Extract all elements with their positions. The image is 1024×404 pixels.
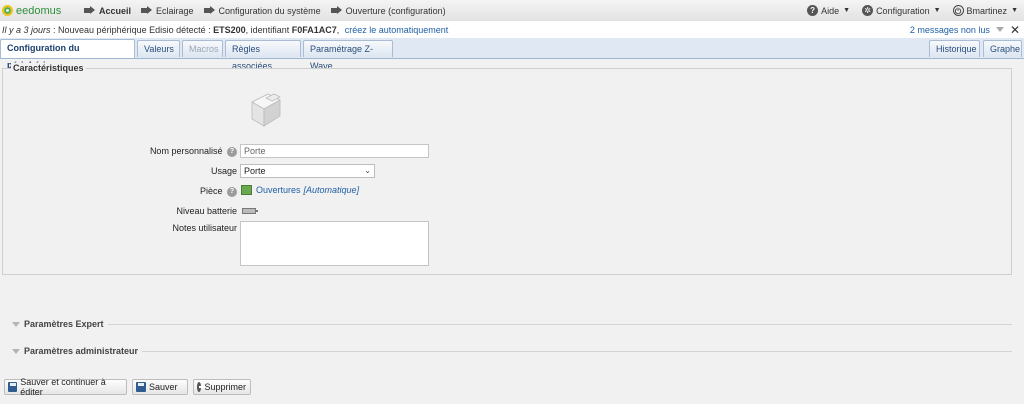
button-label: Sauver et continuer à éditer: [20, 377, 106, 397]
battery-icon: [242, 208, 258, 214]
device-id: F0FA1AC7: [291, 24, 337, 35]
button-label: Supprimer: [204, 382, 246, 392]
notification-part: : Nouveau périphérique Edisio détecté :: [50, 24, 214, 35]
help-icon: ?: [807, 5, 819, 16]
panel-legend: Caractéristiques: [11, 63, 86, 73]
unread-messages-link[interactable]: 2 messages non lus: [910, 25, 990, 35]
tab-bar: Configuration du périphérique Valeurs Ma…: [0, 38, 1024, 71]
notification-text: Il y a 3 jours : Nouveau périphérique Ed…: [2, 25, 448, 35]
breadcrumb-lighting[interactable]: Eclairage: [141, 6, 194, 16]
config-label: Configuration: [876, 5, 930, 16]
notification-part: ,: [336, 24, 342, 35]
room-label: Pièce ?: [200, 186, 237, 197]
name-input[interactable]: [240, 144, 429, 158]
room-value: Ouvertures: [256, 185, 301, 195]
floppy-disk-icon: [136, 382, 146, 392]
help-icon[interactable]: ?: [227, 146, 237, 157]
brand-name: eedomus: [16, 4, 62, 17]
section-title: Paramètres administrateur: [24, 346, 139, 356]
tab-zwave[interactable]: Paramétrage Z-Wave: [303, 40, 393, 71]
usage-value: Porte: [244, 166, 266, 176]
eedomus-logo-icon: [2, 5, 13, 16]
delete-icon: [197, 382, 206, 392]
breadcrumb-label: Accueil: [99, 5, 132, 16]
room-label-text: Pièce: [199, 186, 223, 196]
name-label: Nom personnalisé ?: [150, 146, 237, 157]
notification-part: , identifiant: [245, 24, 292, 35]
caret-down-icon: ▼: [843, 7, 851, 14]
top-bar: eedomus Accueil Eclairage Configuration …: [0, 0, 1024, 22]
user-menu[interactable]: ⏻ Bmartinez ▼: [952, 5, 1018, 16]
caret-down-icon: ▼: [1011, 7, 1018, 14]
tab-values[interactable]: Valeurs: [137, 40, 180, 57]
config-menu[interactable]: ✲ Configuration ▼: [862, 5, 941, 16]
tab-macros[interactable]: Macros: [182, 40, 223, 57]
usage-select[interactable]: Porte ⌄: [240, 164, 375, 178]
save-button[interactable]: Sauver: [132, 379, 188, 395]
notification-controls: 2 messages non lus ✕: [910, 21, 1020, 38]
battery-label: Niveau batterie: [176, 206, 237, 216]
arrow-right-icon: [84, 6, 95, 15]
notes-label: Notes utilisateur: [172, 223, 237, 233]
tab-rules[interactable]: Règles associées: [225, 40, 301, 71]
name-label-text: Nom personnalisé: [149, 146, 223, 156]
chevron-down-icon[interactable]: [995, 27, 1004, 32]
door-sensor-icon: [251, 93, 281, 127]
delete-button[interactable]: Supprimer: [193, 379, 251, 395]
breadcrumb-system-config[interactable]: Configuration du système: [203, 5, 321, 16]
room-icon: [241, 185, 252, 195]
device-code: ETS200: [213, 24, 246, 35]
brand-logo[interactable]: eedomus: [2, 5, 84, 17]
button-label: Sauver: [149, 382, 178, 392]
header-menu: ? Aide ▼ ✲ Configuration ▼ ⏻ Bmartinez ▼: [795, 0, 1018, 21]
room-link[interactable]: Ouvertures [Automatique]: [256, 185, 359, 195]
arrow-right-icon: [330, 6, 342, 15]
power-icon: ⏻: [952, 5, 964, 16]
notification-time: Il y a 3 jours: [2, 24, 51, 35]
chevron-down-icon: [12, 348, 20, 354]
breadcrumb-label: Configuration du système: [218, 5, 321, 16]
gear-icon: ✲: [862, 5, 874, 16]
breadcrumb-label: Ouverture (configuration): [345, 5, 446, 16]
room-auto: [Automatique]: [303, 185, 360, 195]
section-title: Paramètres Expert: [24, 319, 104, 329]
help-icon[interactable]: ?: [227, 186, 237, 197]
floppy-disk-icon: [8, 382, 18, 392]
help-menu[interactable]: ? Aide ▼: [807, 5, 850, 16]
caret-down-icon: ▼: [933, 7, 941, 14]
create-auto-link[interactable]: créez le automatiquement: [345, 25, 449, 35]
divider: [107, 323, 1012, 325]
chevron-down-icon: ⌄: [364, 166, 371, 175]
characteristics-panel: Caractéristiques: [2, 63, 1012, 275]
arrow-right-icon: [141, 6, 153, 15]
breadcrumb-current[interactable]: Ouverture (configuration): [330, 5, 446, 16]
help-label: Aide: [821, 5, 840, 16]
user-name: Bmartinez: [966, 5, 1008, 16]
expert-settings-section[interactable]: Paramètres Expert: [12, 318, 1012, 330]
chevron-down-icon: [12, 321, 20, 327]
breadcrumb-label: Eclairage: [156, 5, 194, 16]
tab-device-config[interactable]: Configuration du périphérique: [0, 39, 135, 70]
save-continue-button[interactable]: Sauver et continuer à éditer: [4, 377, 127, 397]
notification-bar: Il y a 3 jours : Nouveau périphérique Ed…: [0, 21, 1024, 39]
breadcrumb-home[interactable]: Accueil: [84, 6, 131, 16]
tab-history[interactable]: Historique: [929, 40, 980, 57]
arrow-right-icon: [203, 6, 215, 15]
notes-textarea[interactable]: [240, 221, 429, 266]
usage-label: Usage: [210, 166, 237, 176]
close-icon[interactable]: ✕: [1010, 23, 1020, 37]
tab-graph[interactable]: Graphe: [983, 40, 1022, 57]
admin-settings-section[interactable]: Paramètres administrateur: [12, 345, 1012, 357]
divider: [142, 350, 1012, 352]
